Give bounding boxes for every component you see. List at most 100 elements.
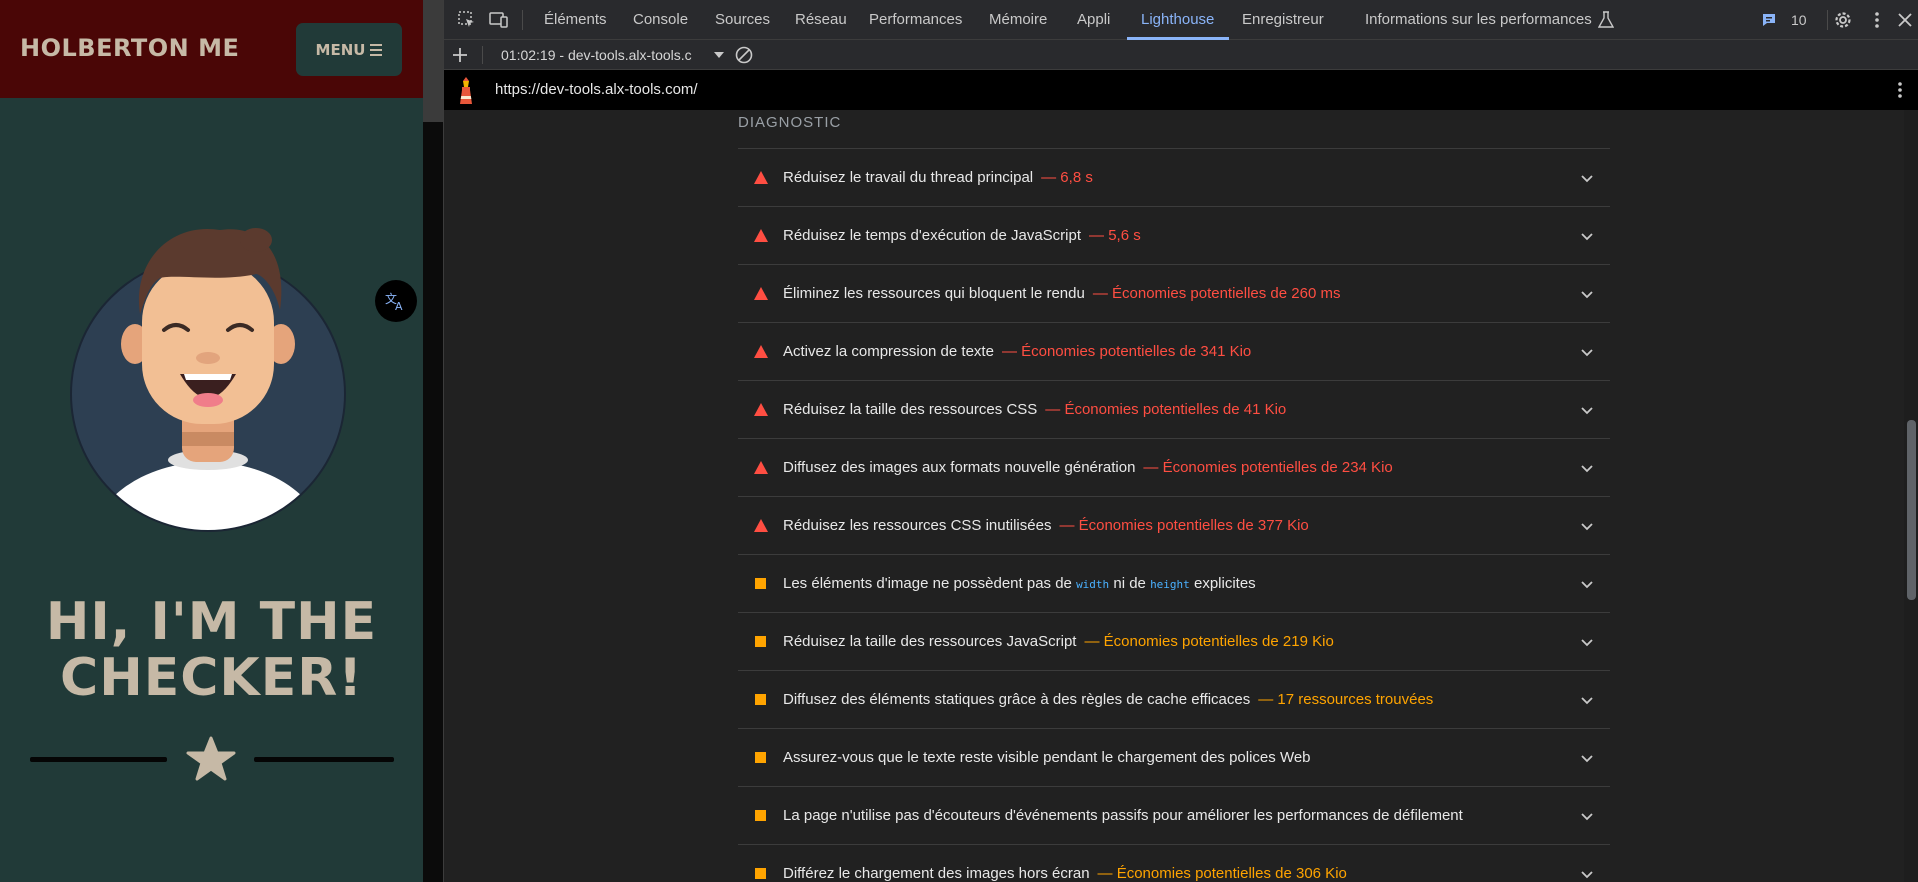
audit-display-value: — Économies potentielles de 234 Kio xyxy=(1143,459,1393,476)
chevron-down-icon[interactable] xyxy=(1580,809,1594,823)
audit-row[interactable]: Les éléments d'image ne possèdent pas de… xyxy=(738,554,1610,612)
fail-triangle-icon xyxy=(754,287,768,300)
svg-text:A: A xyxy=(395,300,403,313)
report-url[interactable]: https://dev-tools.alx-tools.com/ xyxy=(495,70,698,110)
site-header: HOLBERTON ME MENU xyxy=(0,0,423,98)
audit-title: Diffusez des images aux formats nouvelle… xyxy=(783,459,1393,476)
audit-row[interactable]: Activez la compression de texte — Économi… xyxy=(738,322,1610,380)
report-selector[interactable]: 01:02:19 - dev-tools.alx-tools.c xyxy=(501,40,692,70)
hero-title-line-2: CHECKER! xyxy=(60,648,363,708)
audit-display-value: — Économies potentielles de 219 Kio xyxy=(1084,633,1334,650)
tab-application[interactable]: Appli xyxy=(1077,0,1110,40)
average-square-icon xyxy=(755,868,766,879)
audit-row[interactable]: Diffusez des images aux formats nouvelle… xyxy=(738,438,1610,496)
audit-title: Réduisez le temps d'exécution de JavaScr… xyxy=(783,227,1141,244)
audit-title: Réduisez la taille des ressources JavaSc… xyxy=(783,633,1334,650)
tab-console[interactable]: Console xyxy=(633,0,688,40)
audit-title: Réduisez les ressources CSS inutilisées —… xyxy=(783,517,1309,534)
average-square-icon xyxy=(755,752,766,763)
report-scrollbar-thumb[interactable] xyxy=(1907,420,1916,600)
audit-row[interactable]: La page n'utilise pas d'écouteurs d'évén… xyxy=(738,786,1610,844)
hamburger-icon xyxy=(370,43,383,56)
tab-performance[interactable]: Performances xyxy=(869,0,962,40)
fail-triangle-icon xyxy=(754,461,768,474)
audit-display-value: — Économies potentielles de 41 Kio xyxy=(1045,401,1287,418)
screen: HOLBERTON ME MENU 文 A HI, I'M THE CHECKE… xyxy=(0,0,1918,882)
audit-row[interactable]: Diffusez des éléments statiques grâce à … xyxy=(738,670,1610,728)
chevron-down-icon[interactable] xyxy=(1580,171,1594,185)
device-toolbar-icon[interactable] xyxy=(487,8,511,32)
hero-title: HI, I'M THE CHECKER! xyxy=(0,594,423,706)
section-title: DIAGNOSTIC xyxy=(738,114,842,131)
audit-row[interactable]: Réduisez la taille des ressources CSS — É… xyxy=(738,380,1610,438)
kebab-menu-icon[interactable] xyxy=(1888,78,1912,102)
report-scrollbar[interactable] xyxy=(1904,110,1918,882)
dropdown-arrow-icon[interactable] xyxy=(707,43,731,67)
issues-icon[interactable] xyxy=(1757,8,1781,32)
divider-line xyxy=(30,757,167,762)
audit-title: Activez la compression de texte — Économi… xyxy=(783,343,1252,360)
fail-triangle-icon xyxy=(754,171,768,184)
page-preview: HOLBERTON ME MENU 文 A HI, I'M THE CHECKE… xyxy=(0,0,423,882)
chevron-down-icon[interactable] xyxy=(1580,693,1594,707)
tab-sources[interactable]: Sources xyxy=(715,0,770,40)
menu-label: MENU xyxy=(315,40,366,59)
star-icon xyxy=(186,736,236,781)
kebab-menu-icon[interactable] xyxy=(1865,8,1889,32)
page-scrollbar[interactable] xyxy=(423,0,443,882)
chevron-down-icon[interactable] xyxy=(1580,751,1594,765)
close-icon[interactable] xyxy=(1893,8,1917,32)
audit-row[interactable]: Réduisez les ressources CSS inutilisées —… xyxy=(738,496,1610,554)
fail-triangle-icon xyxy=(754,519,768,532)
audit-row[interactable]: Réduisez la taille des ressources JavaSc… xyxy=(738,612,1610,670)
audit-row[interactable]: Éliminez les ressources qui bloquent le … xyxy=(738,264,1610,322)
tab-elements[interactable]: Éléments xyxy=(544,0,607,40)
audit-row[interactable]: Assurez-vous que le texte reste visible … xyxy=(738,728,1610,786)
translate-icon[interactable]: 文A xyxy=(375,280,417,322)
chevron-down-icon[interactable] xyxy=(1580,345,1594,359)
audit-title: Différez le chargement des images hors é… xyxy=(783,865,1347,882)
devtools-tab-bar: Éléments Console Sources Réseau Performa… xyxy=(444,0,1918,40)
tab-performance-insights[interactable]: Informations sur les performances xyxy=(1365,0,1592,40)
audit-row[interactable]: Réduisez le temps d'exécution de JavaScr… xyxy=(738,206,1610,264)
page-scrollbar-thumb[interactable] xyxy=(423,0,443,122)
inspect-element-icon[interactable] xyxy=(455,8,479,32)
audit-row[interactable]: Différez le chargement des images hors é… xyxy=(738,844,1610,882)
settings-gear-icon[interactable] xyxy=(1831,8,1855,32)
lighthouse-icon xyxy=(456,77,476,105)
chevron-down-icon[interactable] xyxy=(1580,577,1594,591)
menu-button[interactable]: MENU xyxy=(296,23,402,76)
chevron-down-icon[interactable] xyxy=(1580,403,1594,417)
chevron-down-icon[interactable] xyxy=(1580,461,1594,475)
clear-block-icon[interactable] xyxy=(732,43,756,67)
flask-icon xyxy=(1594,8,1618,32)
audit-row[interactable]: Réduisez le travail du thread principal —… xyxy=(738,148,1610,206)
chevron-down-icon[interactable] xyxy=(1580,635,1594,649)
average-square-icon xyxy=(755,636,766,647)
site-logo[interactable]: HOLBERTON ME xyxy=(20,34,239,62)
average-square-icon xyxy=(755,810,766,821)
avatar xyxy=(70,228,346,532)
tab-recorder[interactable]: Enregistreur xyxy=(1242,0,1324,40)
tab-network[interactable]: Réseau xyxy=(795,0,847,40)
lighthouse-report: DIAGNOSTIC Réduisez le travail du thread… xyxy=(444,110,1904,882)
fail-triangle-icon xyxy=(754,403,768,416)
audit-display-value: — 6,8 s xyxy=(1041,169,1093,186)
chevron-down-icon[interactable] xyxy=(1580,287,1594,301)
issues-count[interactable]: 10 xyxy=(1791,0,1807,40)
code-width: width xyxy=(1076,578,1110,591)
audit-display-value: — Économies potentielles de 260 ms xyxy=(1092,285,1341,302)
divider-line xyxy=(254,757,394,762)
average-square-icon xyxy=(755,578,766,589)
audit-title: Éliminez les ressources qui bloquent le … xyxy=(783,285,1341,302)
chevron-down-icon[interactable] xyxy=(1580,229,1594,243)
report-selector-label: 01:02:19 - dev-tools.alx-tools.c xyxy=(501,47,692,63)
plus-icon[interactable] xyxy=(448,43,472,67)
chevron-down-icon[interactable] xyxy=(1580,867,1594,881)
toolbar-separator xyxy=(1827,10,1828,30)
tab-lighthouse[interactable]: Lighthouse xyxy=(1141,0,1214,40)
tab-memory[interactable]: Mémoire xyxy=(989,0,1047,40)
lighthouse-toolbar: 01:02:19 - dev-tools.alx-tools.c xyxy=(444,40,1918,70)
chevron-down-icon[interactable] xyxy=(1580,519,1594,533)
audit-display-value: — 5,6 s xyxy=(1089,227,1141,244)
